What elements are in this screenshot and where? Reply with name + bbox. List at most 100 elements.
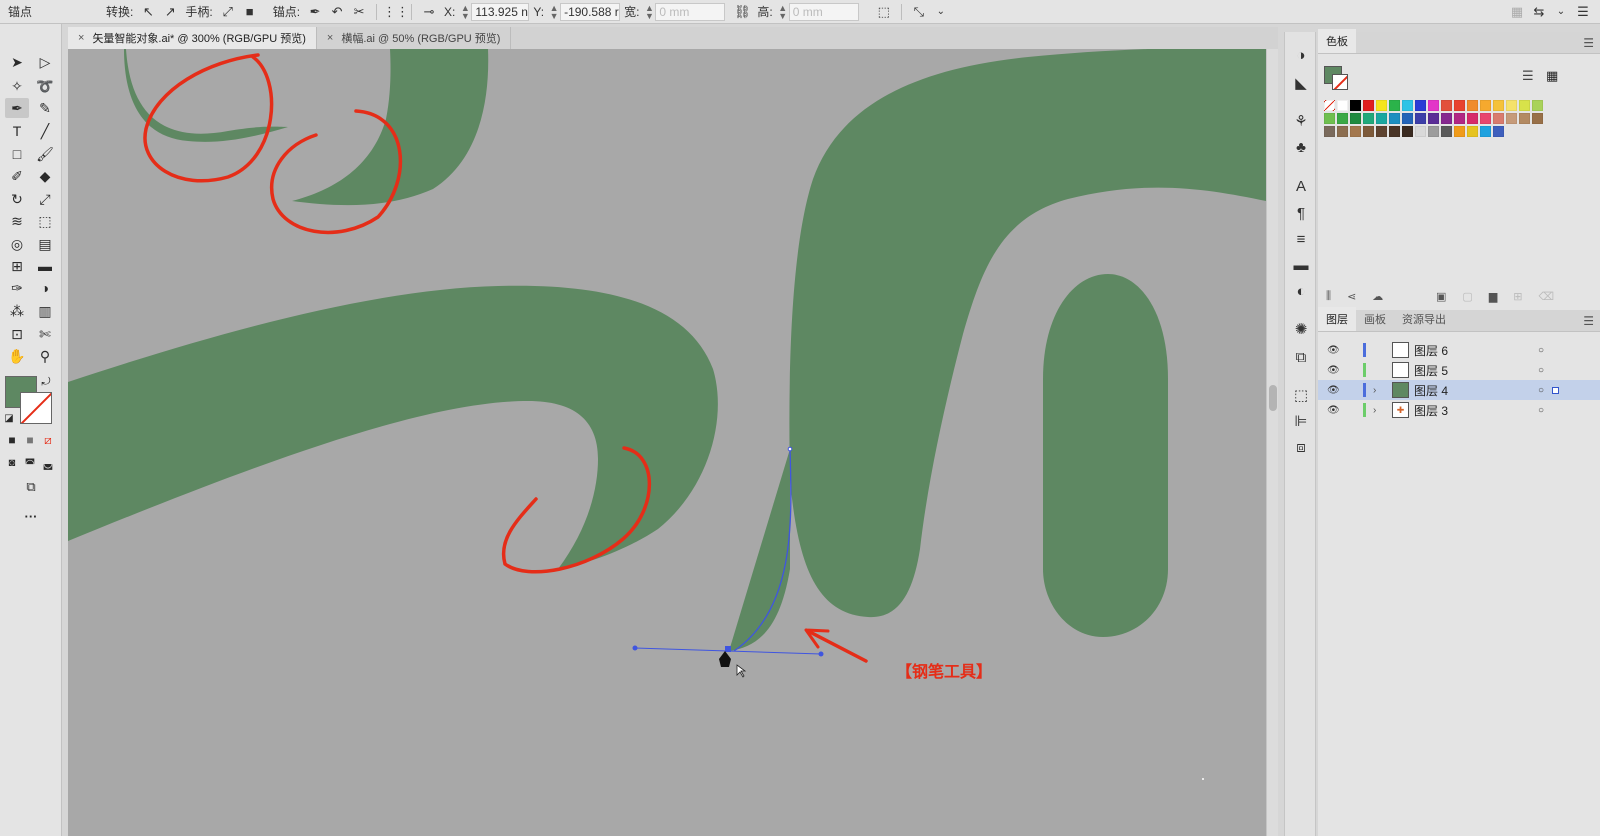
color-swatch[interactable] [1389, 126, 1400, 137]
color-swatch[interactable] [1363, 113, 1374, 124]
swatch-library-icon[interactable]: ⫼ [1326, 290, 1331, 303]
color-swatch[interactable] [1376, 126, 1387, 137]
color-swatch[interactable] [1480, 113, 1491, 124]
hand-tool-icon[interactable]: ✋ [5, 346, 29, 366]
color-swatch[interactable] [1350, 100, 1361, 111]
link-proportions-icon[interactable]: ⛓ [731, 4, 753, 20]
color-swatch[interactable] [1402, 100, 1413, 111]
color-swatch[interactable] [1324, 113, 1335, 124]
hide-handles-icon[interactable]: ■ [239, 4, 261, 19]
scrollbar-thumb[interactable] [1269, 385, 1277, 411]
color-swatch[interactable] [1324, 126, 1335, 137]
target-circle-icon[interactable]: ○ [1538, 365, 1544, 376]
tab-swatches[interactable]: 色板 [1318, 29, 1356, 53]
blend-tool-icon[interactable]: ◑ [33, 278, 57, 298]
layer-row[interactable]: 👁 图层 6 ○ [1318, 340, 1600, 360]
lasso-tool-icon[interactable]: ➰ [33, 76, 57, 96]
curvature-tool-icon[interactable]: ✎ [33, 98, 57, 118]
color-swatch[interactable] [1389, 113, 1400, 124]
close-icon[interactable]: × [327, 32, 333, 44]
panel-menu-icon[interactable]: ☰ [1572, 4, 1594, 20]
scale-tool-icon[interactable]: ⤢ [33, 189, 57, 209]
color-swatch[interactable] [1415, 126, 1426, 137]
reference-point-icon[interactable]: ⊸ [418, 4, 440, 20]
color-swatch[interactable] [1441, 100, 1452, 111]
list-view-icon[interactable]: ☰ [1522, 68, 1534, 84]
line-tool-icon[interactable]: ╱ [33, 121, 57, 141]
pen-tool-icon[interactable]: ✒ [5, 98, 29, 118]
color-swatch[interactable] [1415, 113, 1426, 124]
paragraph-panel-icon[interactable]: ¶ [1289, 202, 1313, 224]
tab-document-1[interactable]: × 矢量智能对象.ai* @ 300% (RGB/GPU 预览) [68, 27, 317, 49]
width-input[interactable]: 0 mm [655, 2, 726, 21]
free-transform-tool-icon[interactable]: ⬚ [33, 211, 57, 231]
color-swatch[interactable] [1454, 113, 1465, 124]
layer-row-selected[interactable]: 👁 › 图层 4 ○ [1318, 380, 1600, 400]
convert-corner-icon[interactable]: ↖ [137, 4, 159, 20]
swap-colors-icon[interactable]: ⤾ [38, 372, 54, 392]
color-swatch[interactable] [1441, 113, 1452, 124]
target-circle-icon[interactable]: ○ [1538, 405, 1544, 416]
color-swatch[interactable] [1454, 126, 1465, 137]
eye-icon[interactable]: 👁 [1327, 385, 1340, 396]
artboard-tool-icon[interactable]: ⊡ [5, 324, 29, 344]
color-swatch[interactable] [1467, 100, 1478, 111]
paintbrush-tool-icon[interactable]: 🖌 [33, 144, 57, 164]
transform-icon[interactable]: ⬚ [873, 4, 895, 20]
zoom-tool-icon[interactable]: ⚲ [33, 346, 57, 366]
arrange-docs-icon[interactable]: ▦ [1506, 4, 1528, 20]
edit-toolbar-icon[interactable]: ··· [19, 506, 43, 526]
rectangle-tool-icon[interactable]: □ [5, 144, 29, 164]
grid-view-icon[interactable]: ▦ [1546, 68, 1558, 84]
eye-icon[interactable]: 👁 [1327, 365, 1340, 376]
trash-icon[interactable]: ⌫ [1539, 290, 1555, 303]
x-stepper-icon[interactable]: ▲ ▼ [459, 3, 471, 20]
x-input[interactable]: 113.925 n [471, 2, 530, 21]
gradient-tool-icon[interactable]: ▬ [33, 256, 57, 276]
workspace-chevron-icon[interactable]: ⌄ [1550, 6, 1572, 17]
color-swatch[interactable] [1415, 100, 1426, 111]
color-guide-icon[interactable]: ◣ [1289, 72, 1313, 94]
close-icon[interactable]: × [78, 32, 84, 44]
draw-inside-icon[interactable]: ◛ [39, 453, 57, 473]
gradient-panel-icon[interactable]: ▬ [1289, 254, 1313, 276]
color-swatch[interactable] [1519, 100, 1530, 111]
character-panel-icon[interactable]: A [1289, 175, 1313, 197]
show-handles-icon[interactable]: ⤢ [217, 4, 239, 20]
eye-icon[interactable]: 👁 [1327, 405, 1340, 416]
align-grid-icon[interactable]: ⋮⋮ [383, 4, 409, 20]
draw-normal-icon[interactable]: ◙ [3, 453, 21, 473]
layer-row[interactable]: 👁 › ✚ 图层 3 ○ [1318, 400, 1600, 420]
color-swatch[interactable] [1493, 100, 1504, 111]
color-swatch[interactable] [1532, 113, 1543, 124]
color-swatch[interactable] [1376, 113, 1387, 124]
width-stepper-icon[interactable]: ▲ ▼ [643, 3, 655, 20]
workspace-icon[interactable]: ⇆ [1528, 4, 1550, 20]
eraser-tool-icon[interactable]: ◆ [33, 166, 57, 186]
shaper-tool-icon[interactable]: ✐ [5, 166, 29, 186]
stroke-panel-icon[interactable]: ≡ [1289, 228, 1313, 250]
expand-chevron-icon[interactable]: › [1373, 405, 1376, 416]
new-color-group-icon[interactable]: ▢ [1462, 290, 1472, 303]
selection-indicator[interactable] [1552, 386, 1559, 394]
transform-panel-icon[interactable]: ⬚ [1289, 384, 1313, 406]
mesh-tool-icon[interactable]: ⊞ [5, 256, 29, 276]
target-circle-icon[interactable]: ○ [1538, 345, 1544, 356]
brushes-panel-icon[interactable]: ⚘ [1289, 110, 1313, 132]
color-swatch[interactable] [1467, 113, 1478, 124]
color-swatch[interactable] [1532, 100, 1543, 111]
width-tool-icon[interactable]: ≋ [5, 211, 29, 231]
chevron-down-icon[interactable]: ⌄ [930, 6, 952, 17]
color-swatch[interactable] [1519, 113, 1530, 124]
color-swatch[interactable] [1493, 126, 1504, 137]
align-panel-icon[interactable]: ⊫ [1289, 410, 1313, 432]
color-swatch[interactable] [1376, 100, 1387, 111]
y-stepper-icon[interactable]: ▲ ▼ [548, 3, 560, 20]
default-colors-icon[interactable]: ◪ [1, 408, 17, 428]
color-swatch[interactable] [1506, 113, 1517, 124]
color-swatch[interactable] [1454, 100, 1465, 111]
shape-builder-tool-icon[interactable]: ◎ [5, 234, 29, 254]
convert-smooth-icon[interactable]: ↗ [159, 4, 181, 20]
none-mode-icon[interactable]: ⧄ [39, 430, 57, 450]
color-swatch[interactable] [1389, 100, 1400, 111]
